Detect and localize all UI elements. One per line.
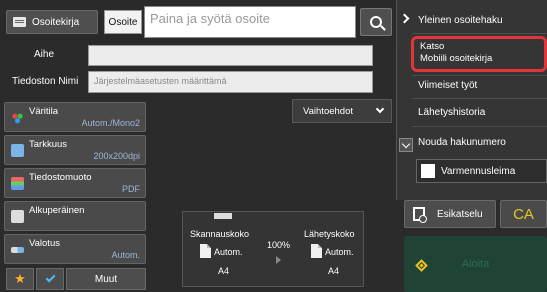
subject-field[interactable] xyxy=(88,45,373,66)
checkbox-icon xyxy=(421,164,435,178)
scanner-icon xyxy=(214,213,232,219)
setting-resolution[interactable]: Tarkkuus 200x200dpi xyxy=(4,135,146,165)
confirm-button[interactable] xyxy=(36,268,64,290)
retrieve-search-number[interactable]: Nouda hakunumero xyxy=(418,137,506,148)
scan-auto: Autom. xyxy=(214,247,243,257)
setting-title: Tarkkuus xyxy=(29,139,68,150)
setting-title: Alkuperäinen xyxy=(29,205,85,216)
address-book-icon xyxy=(13,17,26,27)
divider xyxy=(412,33,547,34)
setting-original[interactable]: Alkuperäinen xyxy=(4,201,146,231)
preview-button[interactable]: Esikatselu xyxy=(404,200,496,228)
divider xyxy=(412,98,547,99)
scan-size-label: Skannauskoko xyxy=(190,229,250,239)
address-book-button[interactable]: Osoitekirja xyxy=(6,10,98,34)
verification-stamp-label: Varmennusleima xyxy=(441,165,516,177)
global-address-search[interactable]: Yleinen osoitehaku xyxy=(418,15,503,26)
favorite-button[interactable]: ★ xyxy=(6,268,34,290)
divider xyxy=(412,75,547,76)
setting-title: Tiedostomuoto xyxy=(29,172,92,183)
options-button[interactable]: Vaihtoehdot xyxy=(292,99,392,123)
subject-label: Aihe xyxy=(34,49,55,60)
preview-icon xyxy=(413,207,427,223)
preview-label: Esikatselu xyxy=(437,208,483,220)
chevron-down-icon[interactable] xyxy=(399,138,413,152)
original-icon xyxy=(11,210,24,223)
send-paper-icon xyxy=(311,244,322,258)
address-book-label: Osoitekirja xyxy=(32,16,80,28)
divider xyxy=(412,126,547,127)
star-icon: ★ xyxy=(14,271,26,286)
address-input[interactable]: Paina ja syötä osoite xyxy=(144,6,356,38)
setting-title: Valotus xyxy=(29,238,60,249)
color-mode-icon xyxy=(11,111,24,124)
send-size-label: Lähetyskoko xyxy=(304,229,355,239)
scan-paper-size: A4 xyxy=(218,266,230,276)
arrow-right-icon xyxy=(276,256,281,264)
filename-field[interactable]: Järjestelmäasetusten määrittämä xyxy=(88,71,373,93)
setting-value: 200x200dpi xyxy=(93,151,140,161)
send-history[interactable]: Lähetyshistoria xyxy=(418,107,485,118)
send-auto: Autom. xyxy=(325,247,354,257)
setting-color-mode[interactable]: Väritila Autom./Mono2 xyxy=(4,102,146,132)
resolution-icon xyxy=(11,144,24,157)
verification-stamp-button[interactable]: Varmennusleima xyxy=(416,159,547,183)
setting-exposure[interactable]: Valotus Autom. xyxy=(4,234,146,264)
search-button[interactable] xyxy=(360,8,392,36)
setting-title: Väritila xyxy=(29,106,59,117)
filename-label: Tiedoston Nimi xyxy=(12,76,79,87)
setting-value: Autom./Mono2 xyxy=(81,118,140,128)
address-tab[interactable]: Osoite xyxy=(104,10,142,34)
highlight-frame xyxy=(411,36,547,72)
more-button[interactable]: Muut xyxy=(66,268,146,290)
search-icon xyxy=(370,16,382,28)
clear-all-button[interactable]: CA xyxy=(500,200,547,228)
exposure-icon xyxy=(11,247,24,253)
setting-value: PDF xyxy=(122,184,140,194)
setting-value: Autom. xyxy=(111,250,140,260)
recent-jobs[interactable]: Viimeiset työt xyxy=(418,80,477,91)
scan-paper-icon xyxy=(200,244,211,258)
file-format-icon xyxy=(11,177,24,190)
setting-file-format[interactable]: Tiedostomuoto PDF xyxy=(4,168,146,198)
start-label: Aloita xyxy=(461,258,490,270)
chevron-down-icon xyxy=(375,104,385,114)
ratio: 100% xyxy=(267,240,291,250)
send-paper-size: A4 xyxy=(328,266,340,276)
check-icon xyxy=(45,272,55,283)
options-label: Vaihtoehdot xyxy=(303,105,354,117)
